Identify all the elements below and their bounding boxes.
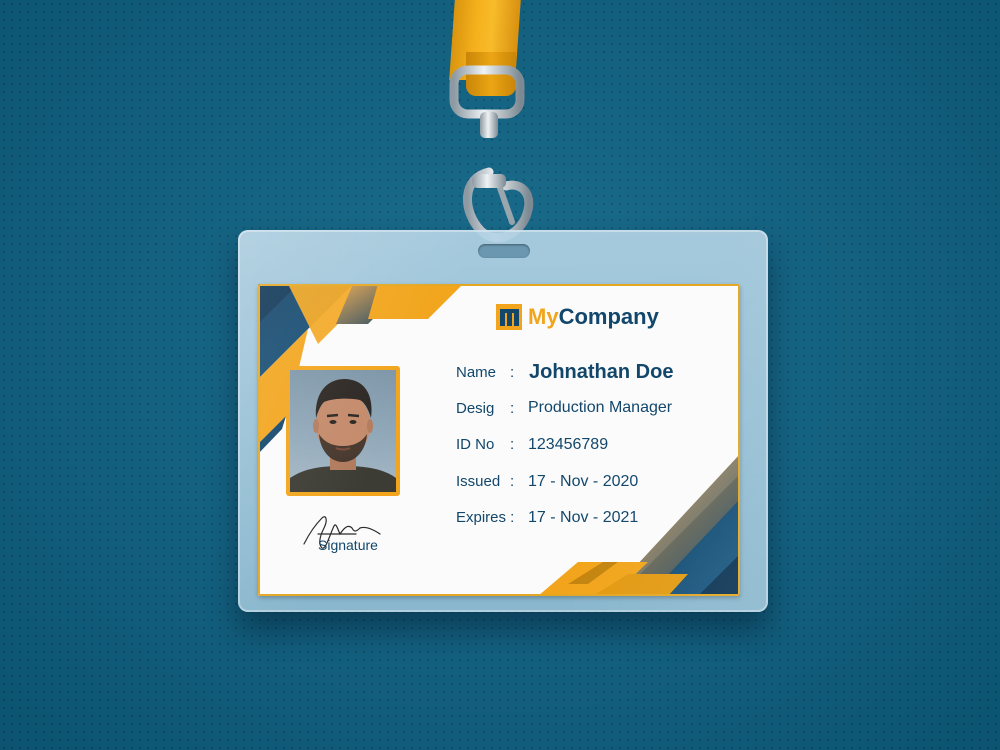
- employee-photo: [290, 370, 396, 492]
- name-colon: :: [510, 364, 515, 381]
- name-label: Name: [456, 364, 497, 381]
- designation-colon: :: [510, 400, 515, 417]
- expires-label: Expires :: [456, 509, 515, 526]
- issued-colon: :: [510, 473, 515, 490]
- company-name: MyCompany: [528, 304, 659, 330]
- id-colon: :: [510, 436, 515, 453]
- id-card: MyCompany Signature Name : Johnathan Doe…: [258, 284, 740, 596]
- company-name-suffix: Company: [558, 304, 659, 329]
- company-logo-icon: [496, 304, 522, 330]
- id-label: ID No: [456, 436, 495, 453]
- employee-id: 123456789: [528, 436, 609, 453]
- employee-name: Johnathan Doe: [529, 361, 674, 383]
- company-brand: MyCompany: [496, 304, 659, 330]
- designation-label: Desig: [456, 400, 495, 417]
- issued-date: 17 - Nov - 2020: [528, 473, 639, 490]
- photo-frame: [286, 366, 400, 496]
- issued-label: Issued: [456, 473, 501, 490]
- expires-date: 17 - Nov - 2021: [528, 509, 639, 526]
- employee-designation: Production Manager: [528, 399, 673, 416]
- signature-label: Signature: [318, 537, 378, 553]
- holder-slot: [478, 244, 530, 258]
- employee-portrait: [290, 378, 396, 492]
- company-name-prefix: My: [528, 304, 559, 329]
